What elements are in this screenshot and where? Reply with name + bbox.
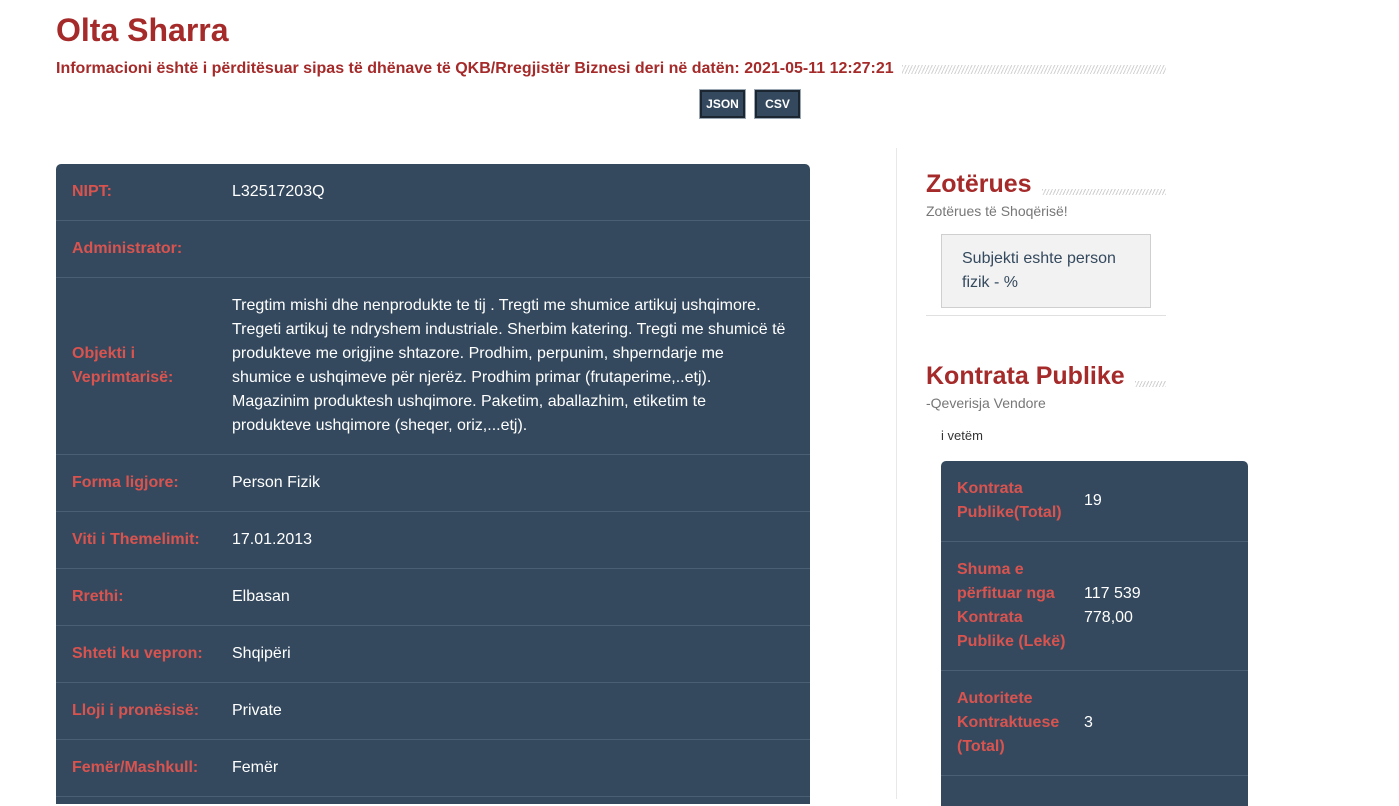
detail-row-nipt: NIPT: L32517203Q — [56, 164, 810, 221]
detail-value: Elbasan — [232, 588, 290, 605]
detail-label: NIPT: — [72, 183, 112, 200]
detail-label: Femër/Mashkull: — [72, 759, 199, 776]
stat-value: 3 — [1084, 714, 1093, 731]
stat-row-authorities-total: Autoritete Kontraktuese (Total) 3 — [941, 671, 1248, 776]
detail-row-activity: Objekti i Veprimtarisë: Tregtim mishi dh… — [56, 278, 810, 455]
detail-value: Person Fizik — [232, 474, 321, 491]
detail-value: Tregtim mishi dhe nenprodukte te tij . T… — [232, 297, 786, 434]
stat-row-amount-won: Shuma e përfituar nga Kontrata Publike (… — [941, 542, 1248, 671]
detail-row-administrator: Administrator: — [56, 221, 810, 278]
stat-row-contracts-total: Kontrata Publike(Total) 19 — [941, 461, 1248, 542]
decorative-hatch — [1134, 380, 1166, 387]
detail-row-gender: Femër/Mashkull: Femër — [56, 740, 810, 797]
detail-label: Rrethi: — [72, 588, 124, 605]
detail-row-ownership: Lloji i pronësisë: Private — [56, 683, 810, 740]
detail-row-founding-year: Viti i Themelimit: 17.01.2013 — [56, 512, 810, 569]
detail-label: Objekti i Veprimtarisë: — [72, 345, 174, 386]
stat-value: 19 — [1084, 492, 1102, 509]
company-details-card: NIPT: L32517203Q Administrator: Objekti … — [56, 164, 810, 804]
page-title: Olta Sharra — [56, 12, 229, 48]
detail-value: Shqipëri — [232, 645, 291, 662]
detail-label: Forma ligjore: — [72, 474, 179, 491]
detail-row-district: Rrethi: Elbasan — [56, 569, 810, 626]
section-divider — [926, 315, 1166, 316]
export-json-button[interactable]: JSON — [699, 89, 746, 119]
decorative-hatch — [1041, 188, 1166, 195]
contracts-stats-card: Kontrata Publike(Total) 19 Shuma e përfi… — [941, 461, 1248, 806]
detail-value: Femër — [232, 759, 279, 776]
detail-value: L32517203Q — [232, 183, 325, 200]
export-csv-button[interactable]: CSV — [754, 89, 801, 119]
contracts-note: i vetëm — [941, 428, 983, 443]
update-info-text: Informacioni është i përditësuar sipas t… — [56, 60, 894, 77]
stat-value: 117 539 778,00 — [1084, 585, 1141, 626]
column-divider — [896, 148, 897, 799]
detail-row-legal-form: Forma ligjore: Person Fizik — [56, 455, 810, 512]
owners-heading-row: Zotërues — [926, 170, 1166, 199]
stat-label: Shuma e përfituar nga Kontrata Publike (… — [957, 561, 1066, 650]
stat-label: Kontrata Publike(Total) — [957, 480, 1062, 521]
owners-subtitle: Zotërues të Shoqërisë! — [926, 203, 1068, 219]
contracts-heading-row: Kontrata Publike — [926, 362, 1166, 391]
detail-label: Lloji i pronësisë: — [72, 702, 200, 719]
detail-value: 17.01.2013 — [232, 531, 313, 548]
contracts-title: Kontrata Publike — [926, 362, 1125, 390]
stat-label: Autoritete Kontraktuese (Total) — [957, 690, 1060, 755]
owners-title: Zotërues — [926, 170, 1032, 198]
decorative-hatch — [901, 64, 1166, 74]
detail-label: Shteti ku vepron: — [72, 645, 203, 662]
detail-label: Viti i Themelimit: — [72, 531, 200, 548]
contracts-subtitle: -Qeverisja Vendore — [926, 395, 1046, 411]
detail-value: Private — [232, 702, 282, 719]
detail-row-country: Shteti ku vepron: Shqipëri — [56, 626, 810, 683]
detail-label: Administrator: — [72, 240, 183, 257]
owners-info-box: Subjekti eshte person fizik - % — [941, 234, 1151, 308]
update-info-row: Informacioni është i përditësuar sipas t… — [56, 59, 1166, 79]
